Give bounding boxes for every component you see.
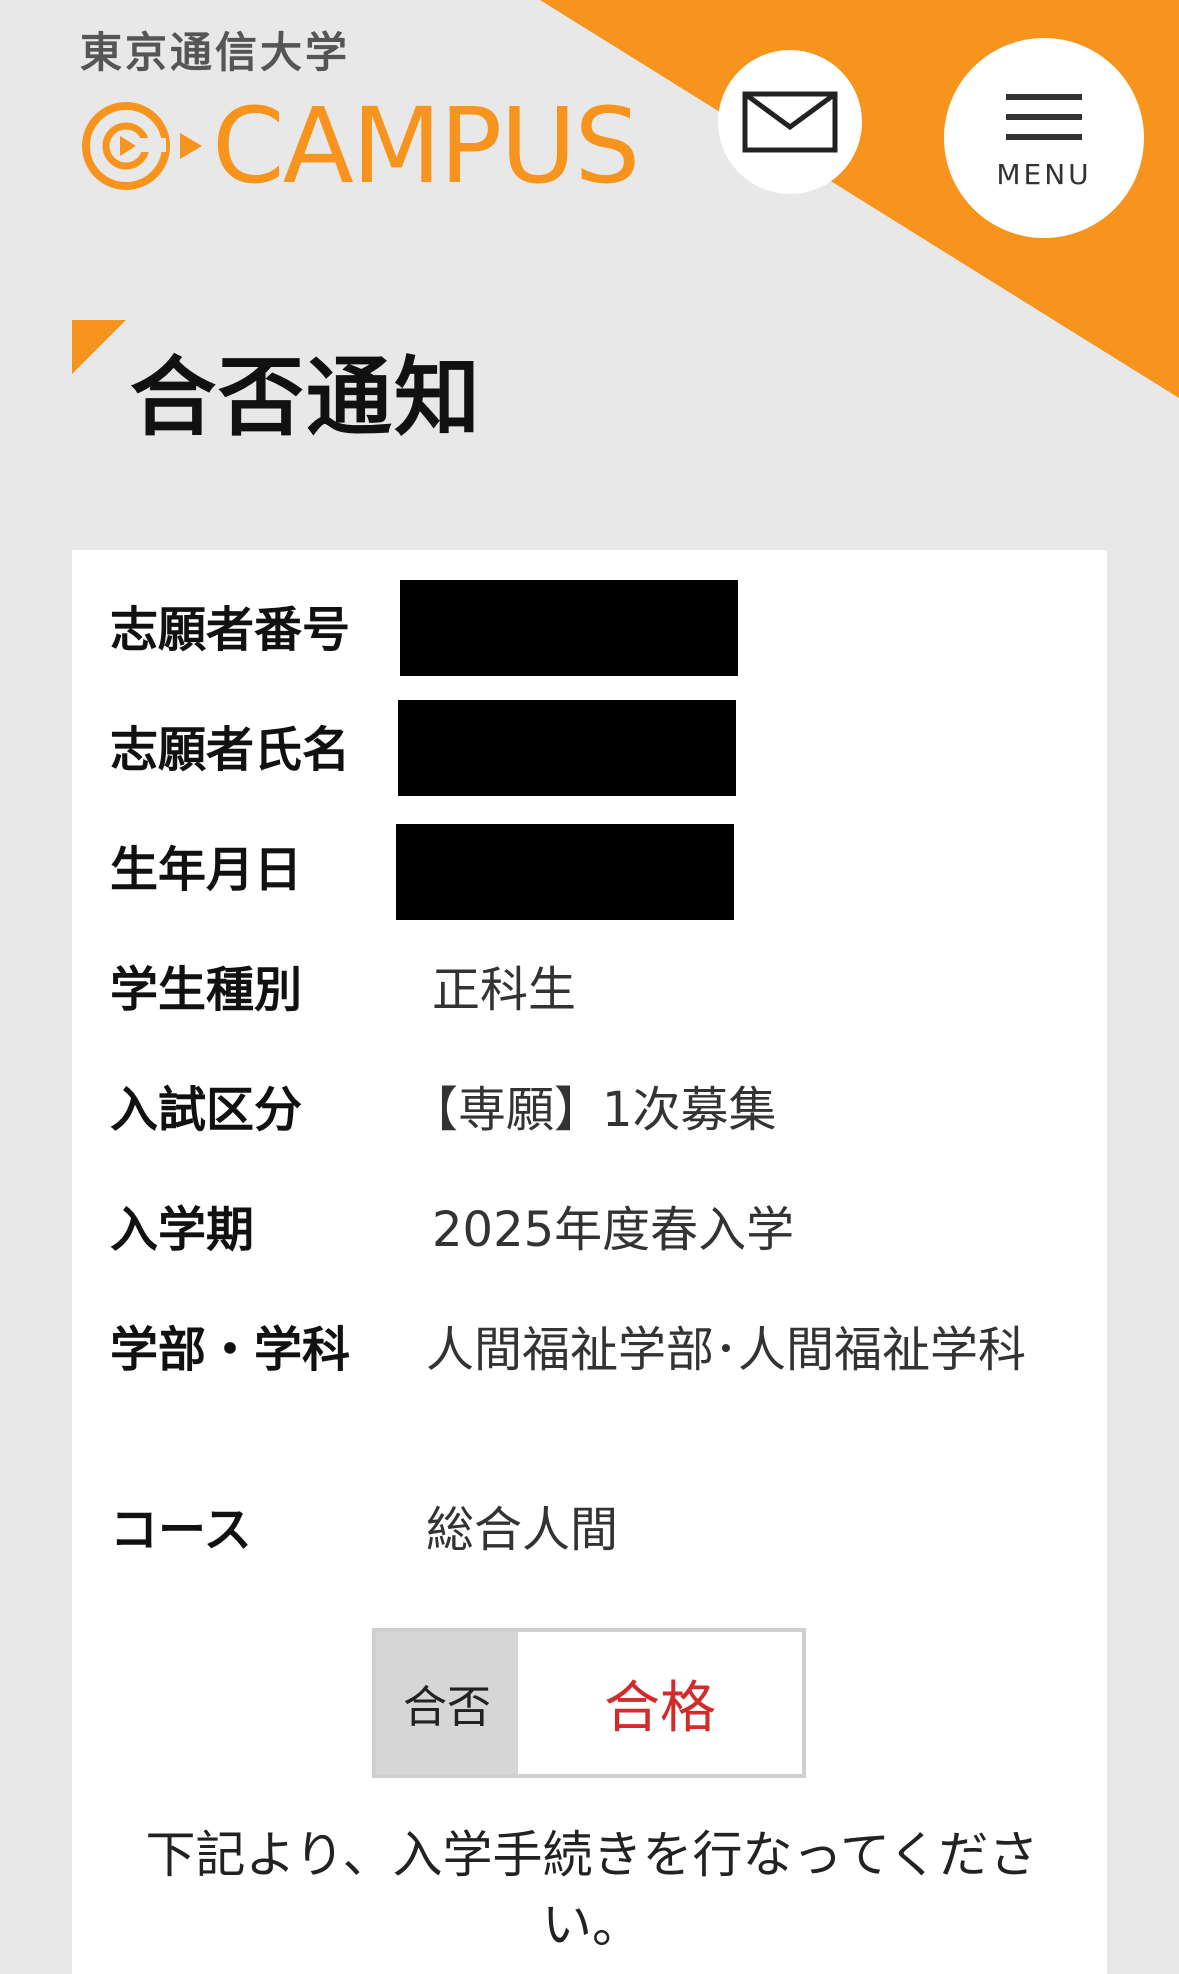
site-logo[interactable]: 東京通信大学 CAMPUS xyxy=(80,28,640,207)
detail-value: 2025年度春入学 xyxy=(432,1202,795,1258)
detail-value: 【専願】1次募集 xyxy=(410,1082,777,1138)
detail-label: 学部・学科 xyxy=(110,1322,351,1378)
university-name: 東京通信大学 xyxy=(80,28,351,77)
detail-label: 志願者氏名 xyxy=(110,722,351,778)
detail-value: 正科生 xyxy=(432,962,577,1018)
hamburger-icon xyxy=(1006,93,1082,140)
title-corner-decoration xyxy=(72,320,126,374)
result-card: 志願者番号 志願者氏名 生年月日 学生種別 正科生 入試区分 【専願】1次募集 … xyxy=(72,550,1107,1974)
redacted-value xyxy=(396,824,734,920)
detail-label: 生年月日 xyxy=(110,842,303,898)
detail-value: 人間福祉学部･人間福祉学科 xyxy=(426,1322,1027,1378)
detail-label: 学生種別 xyxy=(110,962,303,1018)
logo-row: CAMPUS xyxy=(80,85,640,207)
detail-value: 総合人間 xyxy=(426,1502,619,1558)
redacted-value xyxy=(398,700,736,796)
result-label: 合否 xyxy=(376,1632,518,1774)
page: 東京通信大学 CAMPUS MENU 合否通知 志願者番号 志願者氏名 生年月日… xyxy=(0,0,1179,1974)
result-box: 合否 合格 xyxy=(372,1628,806,1778)
mail-button[interactable] xyxy=(718,50,862,194)
page-title: 合否通知 xyxy=(130,348,482,448)
redacted-value xyxy=(400,580,738,676)
result-value: 合格 xyxy=(518,1632,802,1774)
detail-label: 入学期 xyxy=(110,1202,255,1258)
menu-label: MENU xyxy=(996,157,1092,191)
brand-name: CAMPUS xyxy=(212,85,640,207)
detail-label: コース xyxy=(110,1502,252,1558)
enrollment-notice: 下記より、入学手続きを行なってください。 xyxy=(145,1826,1039,1954)
detail-label: 志願者番号 xyxy=(110,602,351,658)
arrow-right-icon xyxy=(180,133,202,159)
at-play-icon xyxy=(82,102,170,190)
menu-button[interactable]: MENU xyxy=(944,38,1144,238)
detail-label: 入試区分 xyxy=(110,1082,303,1138)
mail-icon xyxy=(742,91,838,153)
